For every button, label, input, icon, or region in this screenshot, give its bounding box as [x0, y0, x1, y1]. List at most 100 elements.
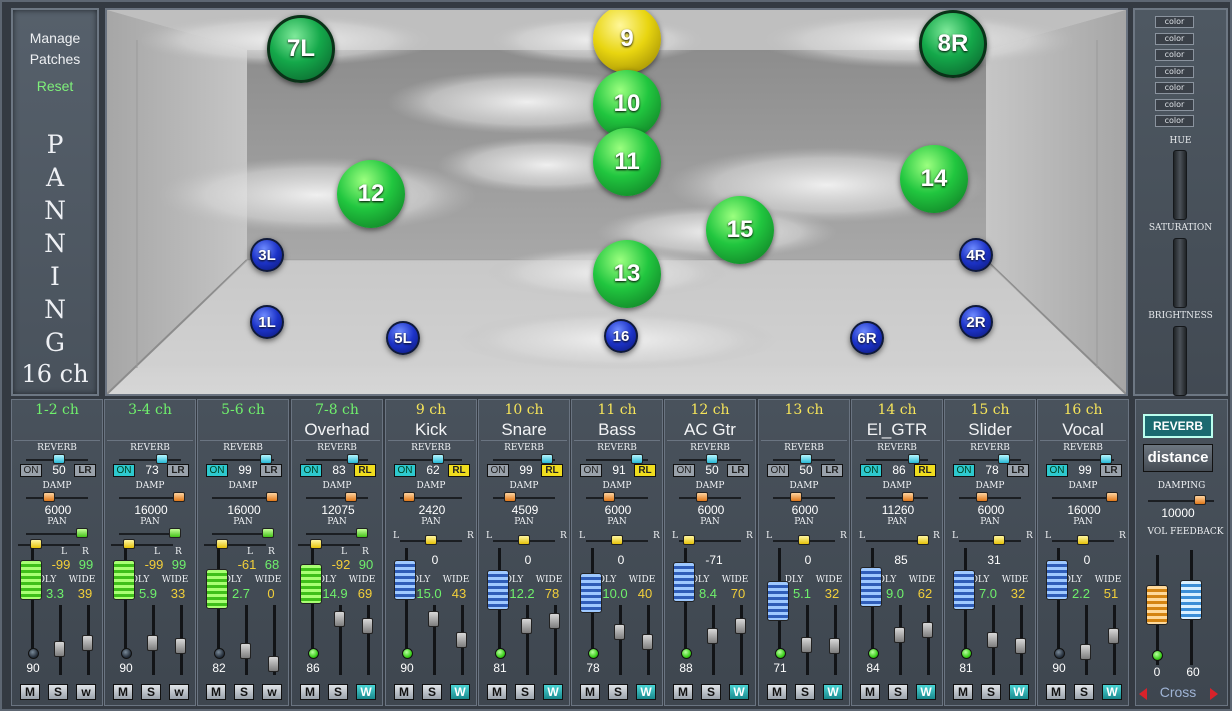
dly-fader-knob[interactable] — [614, 624, 625, 640]
lr-swap-toggle[interactable]: RL — [354, 464, 376, 477]
damp-slider-track[interactable] — [26, 497, 88, 499]
pan-slider-track-2[interactable] — [18, 544, 80, 546]
dly-fader-knob[interactable] — [334, 611, 345, 628]
volume-fader[interactable] — [300, 564, 322, 605]
lr-swap-toggle[interactable]: RL — [448, 464, 470, 477]
damp-slider-knob[interactable] — [602, 492, 615, 502]
wide-fader-knob[interactable] — [922, 621, 933, 638]
wide-fader-knob[interactable] — [82, 634, 93, 651]
wide-toggle-button[interactable]: W — [1009, 684, 1029, 700]
wide-fader-knob[interactable] — [735, 617, 746, 634]
damp-slider-track[interactable] — [679, 497, 741, 499]
channel-ball-14[interactable]: 14 — [900, 145, 968, 213]
wide-fader-track[interactable] — [927, 605, 930, 675]
channel-ball-3l[interactable]: 3L — [250, 238, 284, 272]
pan-right-knob[interactable] — [356, 528, 368, 538]
wide-toggle-button[interactable]: W — [356, 684, 376, 700]
channel-ball-15[interactable]: 15 — [706, 196, 774, 264]
brightness-slider[interactable] — [1173, 326, 1187, 396]
wide-toggle-button[interactable]: W — [636, 684, 656, 700]
dly-fader-knob[interactable] — [428, 611, 439, 627]
channel-name[interactable]: Overhad — [292, 420, 382, 440]
lr-swap-toggle[interactable]: RL — [541, 464, 563, 477]
lr-swap-toggle[interactable]: LR — [727, 464, 749, 477]
channel-ball-1l[interactable]: 1L — [250, 305, 284, 339]
color-button[interactable]: color — [1155, 16, 1194, 28]
damp-slider-knob[interactable] — [695, 492, 708, 502]
channel-name[interactable]: Bass — [572, 420, 662, 440]
pan-right-knob[interactable] — [169, 528, 181, 538]
volume-fader[interactable] — [673, 562, 695, 603]
damp-slider-knob[interactable] — [403, 492, 416, 502]
color-button[interactable]: color — [1155, 115, 1194, 127]
solo-button[interactable]: S — [1074, 684, 1094, 700]
saturation-slider[interactable] — [1173, 238, 1187, 308]
wide-fader-knob[interactable] — [829, 638, 840, 655]
channel-ball-11[interactable]: 11 — [593, 128, 661, 196]
volume-fader[interactable] — [206, 568, 228, 609]
manage-patches-link[interactable]: Manage Patches — [13, 28, 97, 70]
channel-ball-6r[interactable]: 6R — [850, 321, 884, 355]
channel-name[interactable]: Slider — [945, 420, 1035, 440]
wide-toggle-button[interactable]: w — [262, 684, 282, 700]
wide-toggle-button[interactable]: W — [543, 684, 563, 700]
wide-toggle-button[interactable]: W — [823, 684, 843, 700]
wide-toggle-button[interactable]: W — [1102, 684, 1122, 700]
master-vol-fader[interactable] — [1146, 585, 1168, 625]
channel-ball-7l[interactable]: 7L — [267, 15, 335, 83]
volume-fader[interactable] — [580, 573, 602, 614]
reverb-on-toggle[interactable]: ON — [767, 464, 789, 477]
wide-fader-track[interactable] — [740, 605, 743, 675]
pan-slider-track-2[interactable] — [204, 544, 266, 546]
mute-button[interactable]: M — [767, 684, 787, 700]
reverb-slider-knob[interactable] — [541, 454, 553, 464]
pan-slider-track-2[interactable] — [111, 544, 173, 546]
wide-toggle-button[interactable]: W — [450, 684, 470, 700]
hue-slider[interactable] — [1173, 150, 1187, 220]
reverb-slider-track[interactable] — [959, 459, 1021, 461]
mute-button[interactable]: M — [1046, 684, 1066, 700]
damp-slider-knob[interactable] — [975, 492, 988, 502]
dly-fader-knob[interactable] — [707, 628, 718, 645]
damp-slider-track[interactable] — [306, 497, 368, 499]
lr-swap-toggle[interactable]: LR — [821, 464, 843, 477]
damping-slider-knob[interactable] — [1194, 495, 1206, 505]
damp-slider-knob[interactable] — [345, 492, 358, 502]
channel-ball-2r[interactable]: 2R — [959, 305, 993, 339]
wide-fader-knob[interactable] — [1015, 638, 1026, 655]
color-button[interactable]: color — [1155, 98, 1194, 111]
channel-ball-13[interactable]: 13 — [593, 240, 661, 308]
reverb-on-toggle[interactable]: ON — [300, 464, 322, 477]
pan-knob[interactable] — [682, 535, 695, 545]
lr-swap-toggle[interactable]: LR — [167, 464, 189, 477]
mute-button[interactable]: M — [673, 684, 693, 700]
reverb-slider-track[interactable] — [400, 459, 462, 461]
channel-ball-16[interactable]: 16 — [604, 319, 638, 353]
pan-knob[interactable] — [518, 535, 530, 545]
dly-fader-knob[interactable] — [521, 618, 532, 635]
reverb-on-toggle[interactable]: ON — [953, 464, 975, 477]
reverb-on-toggle[interactable]: ON — [1046, 464, 1068, 477]
damp-slider-track[interactable] — [586, 497, 648, 499]
dly-fader-knob[interactable] — [987, 631, 998, 648]
wide-fader-knob[interactable] — [549, 613, 560, 630]
dly-fader-knob[interactable] — [54, 641, 65, 658]
dly-fader-track[interactable] — [245, 605, 248, 675]
wide-fader-knob[interactable] — [362, 618, 373, 635]
channel-name[interactable]: Kick — [386, 420, 476, 440]
solo-button[interactable]: S — [141, 684, 161, 700]
solo-button[interactable]: S — [608, 684, 628, 700]
lr-swap-toggle[interactable]: RL — [914, 464, 936, 477]
reset-link[interactable]: Reset — [13, 76, 97, 97]
damp-slider-knob[interactable] — [266, 492, 278, 502]
solo-button[interactable]: S — [981, 684, 1001, 700]
pan-knob[interactable] — [425, 535, 437, 545]
channel-ball-5l[interactable]: 5L — [386, 321, 420, 355]
cross-right-arrow-icon[interactable] — [1210, 688, 1218, 700]
mute-button[interactable]: M — [487, 684, 507, 700]
solo-button[interactable]: S — [701, 684, 721, 700]
damp-slider-knob[interactable] — [503, 492, 516, 502]
channel-ball-12[interactable]: 12 — [337, 160, 405, 228]
damp-slider-knob[interactable] — [173, 492, 185, 502]
dly-fader-track[interactable] — [619, 605, 622, 675]
